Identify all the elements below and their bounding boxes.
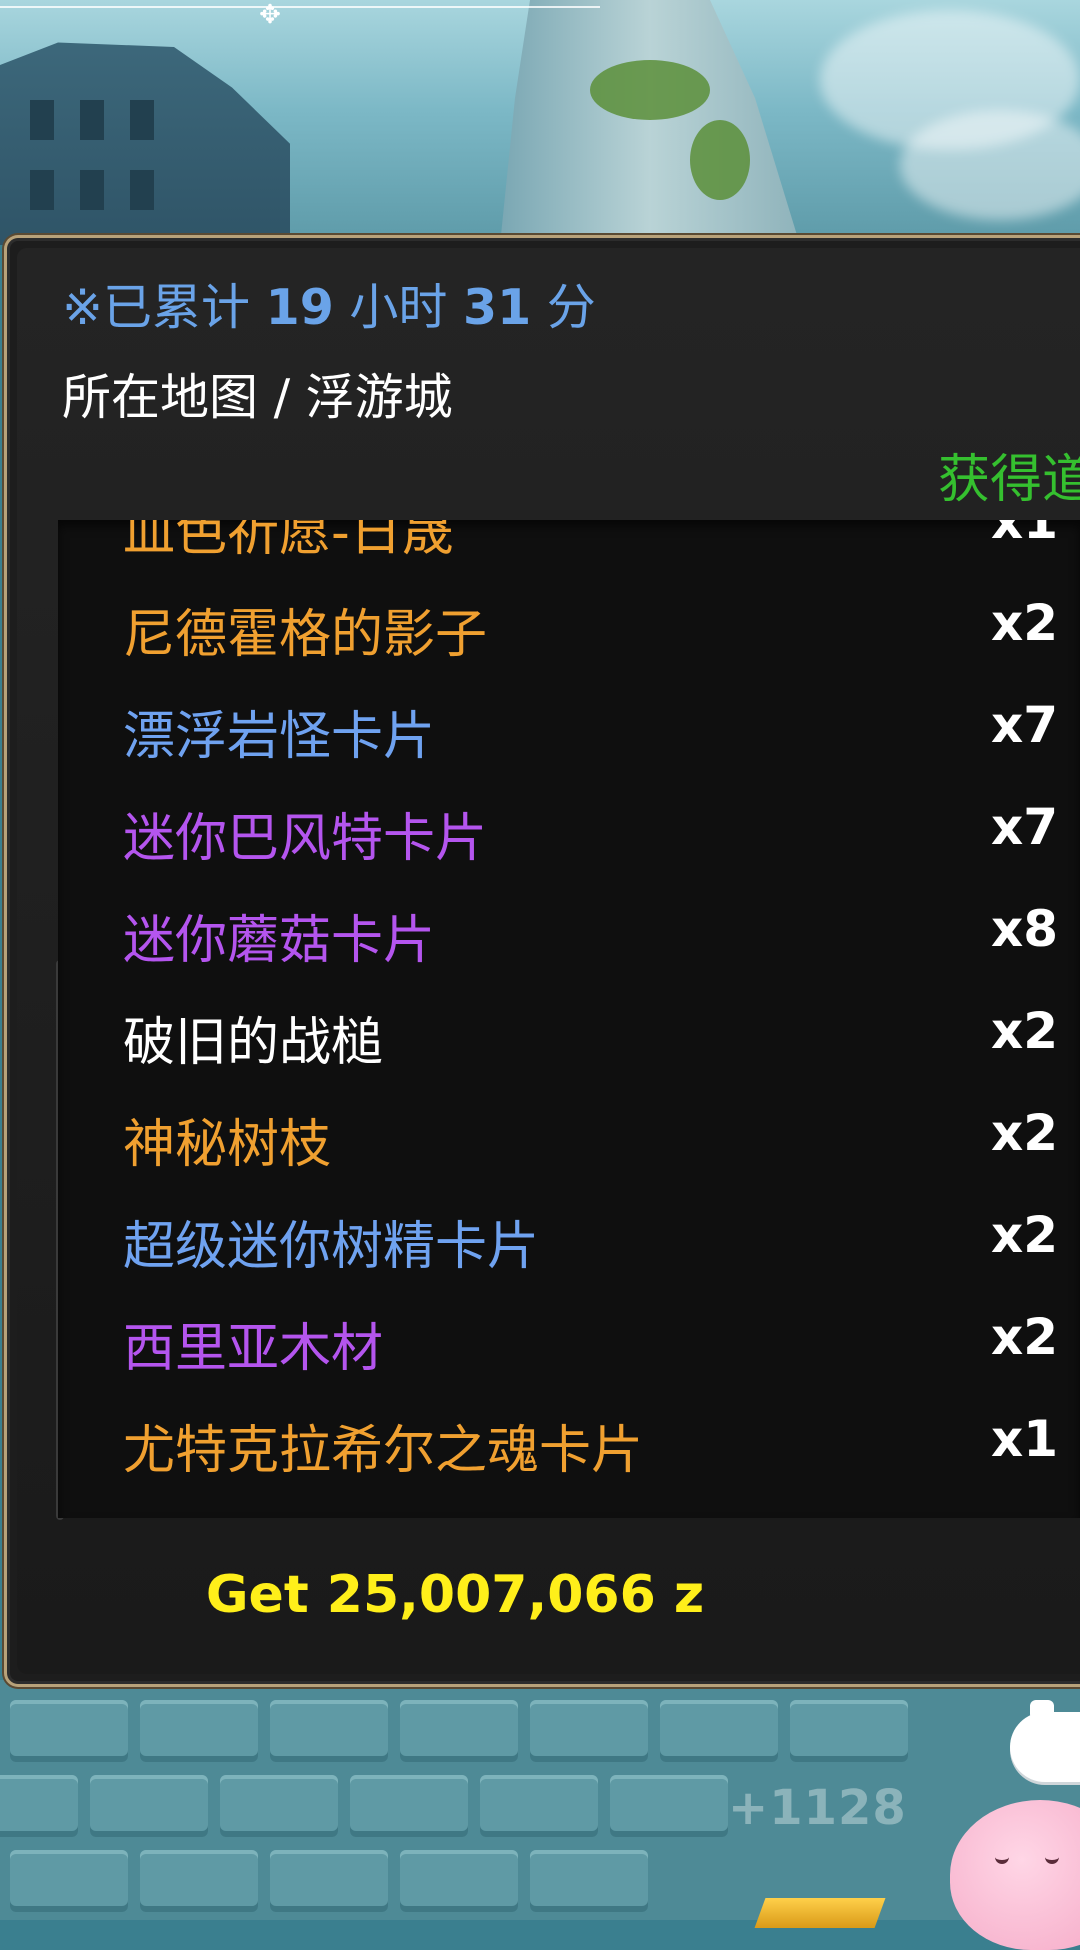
item-quantity: x2 — [990, 594, 1058, 652]
item-quantity: x1 — [990, 520, 1058, 550]
item-name: 破旧的战槌 — [123, 1013, 384, 1073]
list-item: 血色祈愿-日晟 x1 — [58, 520, 1080, 574]
tower-left — [0, 42, 290, 245]
item-name: 迷你蘑菇卡片 — [123, 911, 436, 971]
tower-ruin — [500, 0, 800, 245]
item-name: 漂浮岩怪卡片 — [123, 707, 436, 767]
item-name: 超级迷你树精卡片 — [123, 1217, 540, 1277]
money-bag-icon[interactable] — [1010, 1712, 1080, 1782]
item-name: 神秘树枝 — [123, 1115, 332, 1175]
ornament-icon: ✥ — [259, 0, 281, 30]
item-quantity: x2 — [990, 1002, 1058, 1060]
item-quantity: x8 — [990, 900, 1058, 958]
foliage — [690, 120, 750, 200]
item-name: 尼德霍格的影子 — [123, 605, 488, 665]
item-quantity: x7 — [990, 696, 1058, 754]
list-item: 破旧的战槌 x2 — [58, 982, 1080, 1084]
item-quantity: x7 — [990, 798, 1058, 856]
elapsed-prefix: ※已累计 — [62, 279, 251, 336]
reward-summary: Get 25,007,066 z — [0, 1565, 1080, 1625]
floating-damage-number: +1128 — [728, 1780, 907, 1836]
list-item: 尼德霍格的影子 x2 — [58, 574, 1080, 676]
item-list[interactable]: 血色祈愿-日晟 x1 尼德霍格的影子 x2 漂浮岩怪卡片 x7 迷你巴风特卡片 … — [58, 520, 1080, 1518]
list-item: 神秘树枝 x2 — [58, 1084, 1080, 1186]
gold-bar-icon — [754, 1898, 886, 1928]
list-item: 西里亚木材 x2 — [58, 1288, 1080, 1390]
item-name: 西里亚木材 — [123, 1319, 384, 1379]
list-item: 漂浮岩怪卡片 x7 — [58, 676, 1080, 778]
background-city-scene: ✥ — [0, 0, 1080, 245]
hours-unit: 小时 — [349, 279, 448, 336]
current-map-label: 所在地图 / 浮游城 — [62, 369, 453, 426]
list-item: 超级迷你树精卡片 x2 — [58, 1186, 1080, 1288]
elapsed-minutes: 31 — [463, 279, 532, 336]
list-item: 迷你巴风特卡片 x7 — [58, 778, 1080, 880]
elapsed-hours: 19 — [265, 279, 334, 336]
item-quantity: x2 — [990, 1308, 1058, 1366]
foliage — [590, 60, 710, 120]
zeny-reward-text: Get 25,007,066 z — [205, 1565, 705, 1625]
item-quantity: x2 — [990, 1104, 1058, 1162]
list-item: 迷你蘑菇卡片 x8 — [58, 880, 1080, 982]
item-name: 迷你巴风特卡片 — [123, 809, 488, 869]
background-floor-scene — [0, 1680, 1080, 1920]
elapsed-time: ※已累计 19 小时 31 分 — [62, 268, 596, 339]
item-quantity: x2 — [990, 1206, 1058, 1264]
item-name: 血色祈愿-日晟 — [123, 520, 454, 563]
item-name: 尤特克拉希尔之魂卡片 — [123, 1421, 644, 1481]
cloud — [900, 110, 1080, 220]
obtained-items-heading: 获得道 — [938, 450, 1080, 510]
item-quantity: x1 — [990, 1410, 1058, 1468]
list-item: 尤特克拉希尔之魂卡片 x1 — [58, 1390, 1080, 1492]
minutes-unit: 分 — [546, 279, 596, 336]
